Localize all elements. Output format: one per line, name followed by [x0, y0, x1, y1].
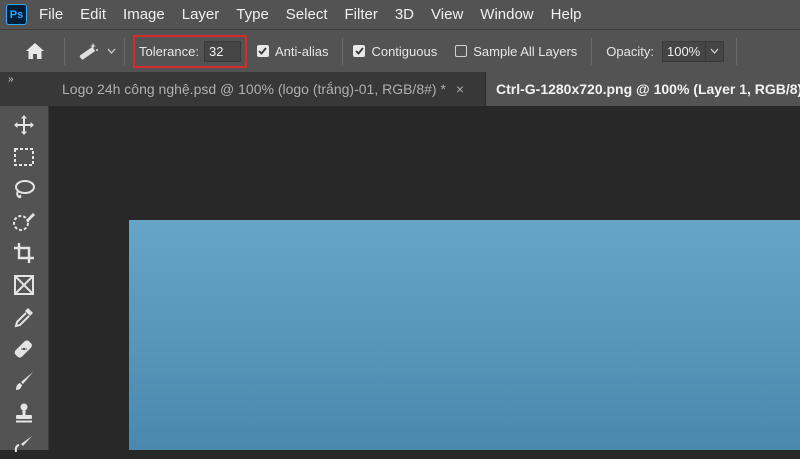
brush-tool[interactable]	[10, 367, 38, 395]
healing-brush-icon	[14, 340, 32, 358]
clone-stamp-icon	[16, 403, 32, 423]
quick-selection-tool[interactable]	[10, 207, 38, 235]
tab-document-logo[interactable]: Logo 24h công nghệ.psd @ 100% (logo (trắ…	[52, 72, 485, 106]
tolerance-highlight: Tolerance: 32	[133, 34, 247, 68]
tab-document-ctrl-g[interactable]: Ctrl-G-1280x720.png @ 100% (Layer 1, RGB…	[485, 72, 800, 106]
opacity-control: Opacity: 100%	[606, 40, 724, 62]
healing-brush-tool[interactable]	[10, 335, 38, 363]
opacity-input[interactable]: 100%	[661, 40, 706, 62]
close-icon[interactable]: ×	[456, 81, 464, 97]
frame-icon	[14, 275, 34, 295]
menu-layer[interactable]: Layer	[182, 6, 220, 23]
menu-filter[interactable]: Filter	[345, 6, 378, 23]
tool-preset-picker[interactable]	[75, 41, 116, 61]
lasso-tool[interactable]	[10, 175, 38, 203]
menu-file[interactable]: File	[39, 6, 63, 23]
rectangular-marquee-icon	[14, 148, 34, 166]
anti-alias-checkbox[interactable]: Anti-alias	[256, 43, 329, 59]
tab-title: Ctrl-G-1280x720.png @ 100% (Layer 1, RGB…	[496, 81, 800, 97]
menu-bar: Ps File Edit Image Layer Type Select Fil…	[0, 0, 800, 29]
tolerance-input[interactable]: 32	[203, 40, 241, 62]
menu-select[interactable]: Select	[286, 6, 328, 23]
opacity-label: Opacity:	[606, 43, 654, 59]
separator	[342, 37, 344, 65]
tab-title: Logo 24h công nghệ.psd @ 100% (logo (trắ…	[62, 81, 446, 97]
chevron-down-icon	[710, 48, 719, 54]
move-icon	[14, 115, 34, 135]
separator	[735, 37, 737, 65]
anti-alias-label: Anti-alias	[274, 43, 329, 59]
crop-icon	[14, 243, 34, 263]
move-tool[interactable]	[10, 111, 38, 139]
chevron-down-icon	[107, 46, 116, 57]
checkbox-checked-icon	[353, 45, 366, 57]
canvas-workspace[interactable]	[49, 106, 800, 450]
document-tab-bar: » Logo 24h công nghệ.psd @ 100% (logo (t…	[0, 72, 800, 106]
menu-type[interactable]: Type	[236, 6, 269, 23]
options-bar: Tolerance: 32 Anti-alias Contiguous Samp…	[0, 29, 800, 72]
clone-stamp-tool[interactable]	[10, 399, 38, 427]
menu-image[interactable]: Image	[123, 6, 165, 23]
panel-collapse-toggle[interactable]: »	[8, 74, 14, 85]
frame-tool[interactable]	[10, 271, 38, 299]
history-brush-tool[interactable]	[10, 431, 38, 459]
lasso-icon	[15, 180, 35, 199]
sample-all-layers-checkbox[interactable]: Sample All Layers	[455, 44, 577, 59]
checkbox-checked-icon	[256, 45, 269, 57]
separator	[124, 37, 125, 65]
crop-tool[interactable]	[10, 239, 38, 267]
tools-panel	[0, 106, 49, 453]
menu-window[interactable]: Window	[480, 6, 533, 23]
sample-all-layers-label: Sample All Layers	[473, 43, 578, 59]
menu-view[interactable]: View	[431, 6, 463, 23]
eyedropper-tool[interactable]	[10, 303, 38, 331]
eyedropper-icon	[14, 308, 33, 328]
separator	[591, 37, 593, 65]
separator	[64, 37, 65, 65]
document-canvas[interactable]	[129, 220, 800, 450]
photoshop-logo[interactable]: Ps	[6, 4, 27, 25]
home-icon	[26, 43, 44, 59]
home-button[interactable]	[14, 36, 56, 66]
opacity-dropdown-button[interactable]	[705, 40, 724, 62]
history-brush-icon	[14, 436, 32, 453]
menu-help[interactable]: Help	[551, 6, 582, 23]
checkbox-unchecked-icon	[455, 45, 468, 57]
contiguous-label: Contiguous	[371, 43, 438, 59]
brush-icon	[16, 372, 33, 390]
tolerance-label: Tolerance:	[139, 43, 199, 59]
menu-3d[interactable]: 3D	[395, 6, 414, 23]
magic-wand-icon	[79, 43, 98, 60]
contiguous-checkbox[interactable]: Contiguous	[353, 44, 437, 59]
menu-edit[interactable]: Edit	[80, 6, 106, 23]
quick-selection-icon	[13, 213, 35, 231]
marquee-tool[interactable]	[10, 143, 38, 171]
